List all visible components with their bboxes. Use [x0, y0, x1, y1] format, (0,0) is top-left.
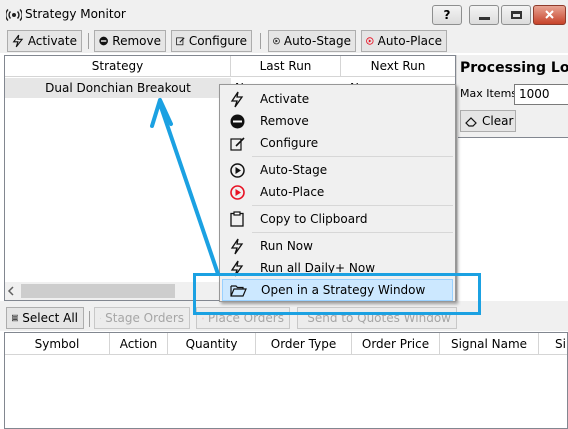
annotation-arrow — [150, 98, 220, 275]
annotation-highlight-box — [193, 273, 481, 315]
